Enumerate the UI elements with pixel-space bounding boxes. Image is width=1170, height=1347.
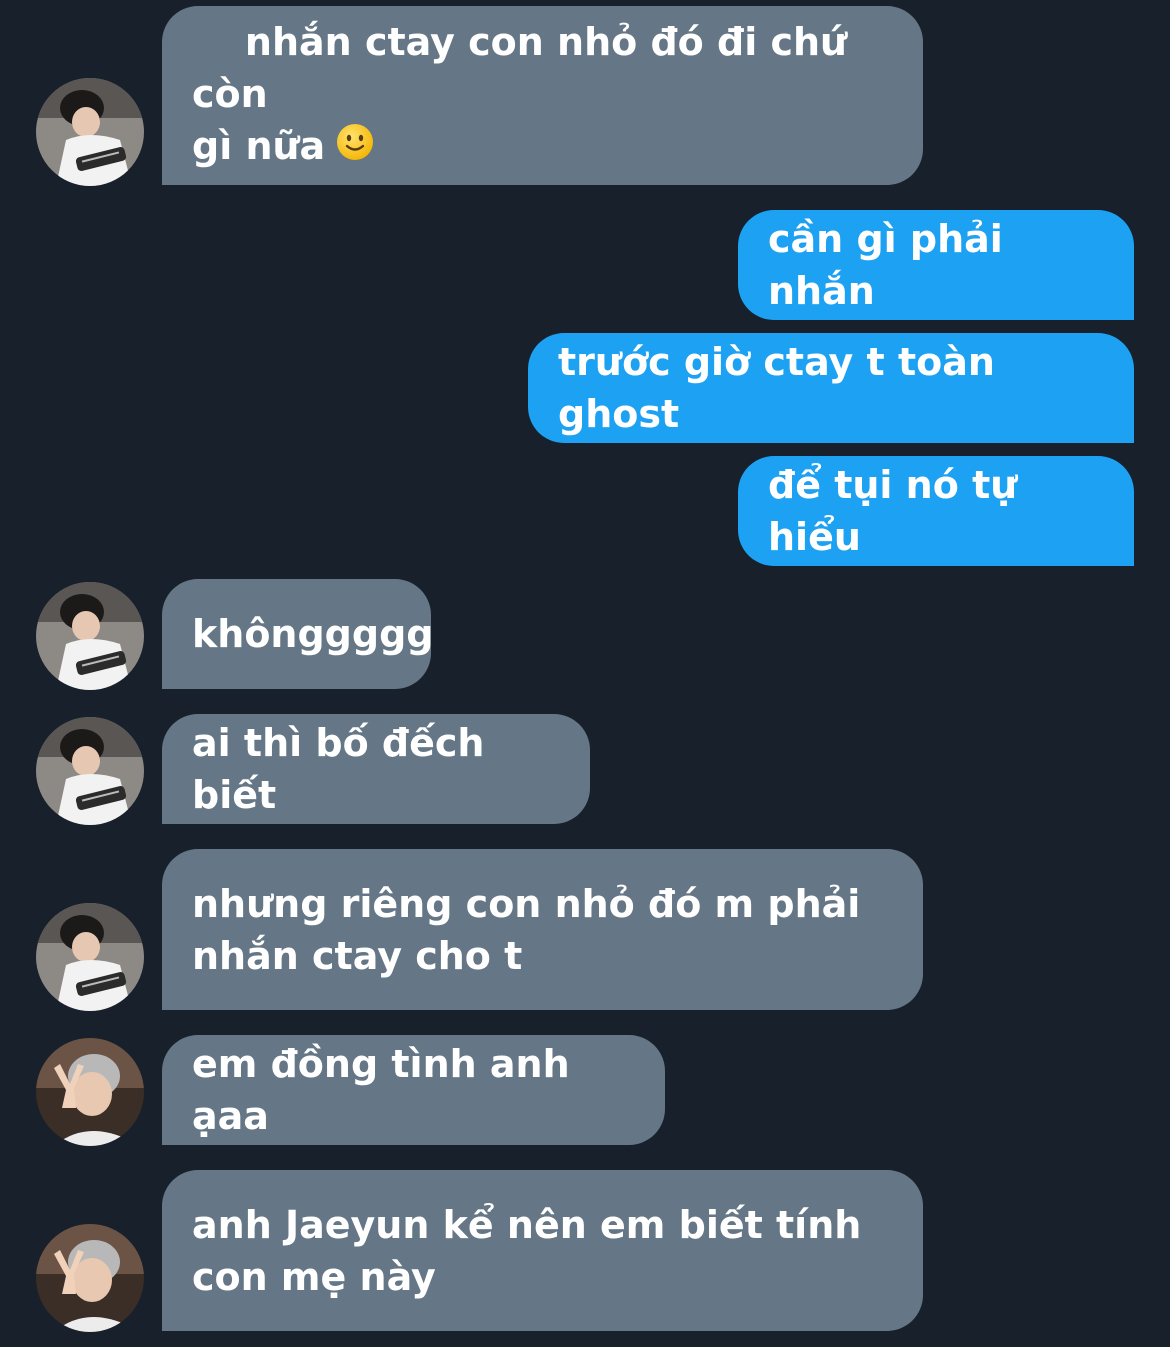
chat-screen: { "messages": [ {"sender": "them", "avat…	[0, 0, 1170, 1347]
avatar-guitar-boy[interactable]	[36, 717, 144, 825]
message-bubble[interactable]: khônggggg	[162, 579, 434, 689]
message-bubble[interactable]: anh Jaeyun kể nên em biết tính con mẹ nà…	[162, 1170, 923, 1331]
avatar-peace-sign-boy[interactable]	[36, 1224, 144, 1332]
message-bubble[interactable]: cần gì phải nhắn	[738, 210, 1134, 320]
message-bubble[interactable]: ai thì bố đếch biết	[162, 714, 590, 824]
message-text: khônggggg	[192, 612, 434, 656]
message-text: trước giờ ctay t toàn ghost	[558, 340, 1009, 436]
message-text: nhắn ctay con nhỏ đó đi chứ còn gì nữa	[192, 20, 848, 168]
message-text: nhưng riêng con nhỏ đó m phải nhắn ctay …	[192, 881, 861, 978]
message-bubble[interactable]: nhắn ctay con nhỏ đó đi chứ còn gì nữa	[162, 6, 923, 185]
message-bubble[interactable]: nhưng riêng con nhỏ đó m phải nhắn ctay …	[162, 849, 923, 1010]
message-content: nhắn ctay con nhỏ đó đi chứ còn gì nữa	[192, 0, 893, 227]
message-text: em đồng tình anh ạaa	[192, 1042, 583, 1138]
avatar-peace-sign-boy[interactable]	[36, 1038, 144, 1146]
message-text: để tụi nó tự hiểu	[768, 463, 1031, 559]
avatar-guitar-boy[interactable]	[36, 78, 144, 186]
avatar-guitar-boy[interactable]	[36, 903, 144, 1011]
message-bubble[interactable]: em đồng tình anh ạaa	[162, 1035, 665, 1145]
message-bubble[interactable]: trước giờ ctay t toàn ghost	[528, 333, 1134, 443]
message-text: cần gì phải nhắn	[768, 217, 1017, 313]
message-bubble[interactable]: để tụi nó tự hiểu	[738, 456, 1134, 566]
avatar-guitar-boy[interactable]	[36, 582, 144, 690]
slightly-smiling-face-icon	[335, 122, 375, 175]
message-text: ai thì bố đếch biết	[192, 721, 498, 817]
message-text: anh Jaeyun kể nên em biết tính con mẹ nà…	[192, 1202, 862, 1299]
